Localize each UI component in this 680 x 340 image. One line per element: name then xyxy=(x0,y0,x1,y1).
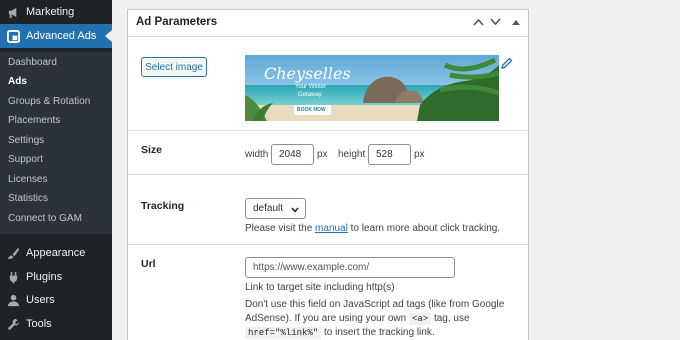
paintbrush-icon xyxy=(6,246,20,260)
select-image-button[interactable]: Select image xyxy=(141,57,207,77)
submenu-dashboard[interactable]: Dashboard xyxy=(8,57,57,68)
submenu-licenses[interactable]: Licenses xyxy=(8,174,47,185)
tracking-select[interactable]: default xyxy=(245,198,306,219)
plug-icon xyxy=(6,270,20,284)
url-label: Url xyxy=(141,258,156,270)
width-unit: px xyxy=(317,149,328,160)
panel-title: Ad Parameters xyxy=(136,16,218,28)
tracking-help-text: Please visit the manual to learn more ab… xyxy=(245,223,500,234)
url-warning-line3: href="%link%" to insert the tracking lin… xyxy=(245,327,435,339)
menu-item-label: Appearance xyxy=(26,247,86,259)
ad-parameters-panel: Ad Parameters Select image Cheyselles Yo… xyxy=(127,9,529,340)
tracking-help-after: to learn more about click tracking. xyxy=(347,223,501,234)
size-label: Size xyxy=(141,144,163,156)
menu-item-label: Marketing xyxy=(26,6,75,18)
submenu-statistics[interactable]: Statistics xyxy=(8,193,48,204)
submenu-ads[interactable]: Ads xyxy=(8,76,27,87)
url-input[interactable]: https://www.example.com/ xyxy=(245,257,455,278)
height-label: height xyxy=(338,149,366,160)
url-help-text: Link to target site including http(s) xyxy=(245,282,395,293)
menu-item-label: Tools xyxy=(26,318,52,330)
megaphone-icon xyxy=(6,5,20,19)
pencil-edit-icon[interactable] xyxy=(501,57,513,69)
url-warning-line1: Don't use this field on JavaScript ad ta… xyxy=(245,299,505,310)
menu-item-users[interactable]: Users xyxy=(0,288,112,312)
height-input[interactable]: 528 xyxy=(368,144,411,165)
url-warning-text: to insert the tracking link. xyxy=(321,327,435,338)
tracking-help-before: Please visit the xyxy=(245,223,316,234)
menu-item-appearance[interactable]: Appearance xyxy=(0,241,112,265)
menu-item-label: Advanced Ads xyxy=(26,30,97,42)
move-down-icon[interactable] xyxy=(488,15,502,29)
section-divider xyxy=(128,130,528,131)
section-divider xyxy=(128,174,528,175)
user-icon xyxy=(6,293,20,307)
submenu-placements[interactable]: Placements xyxy=(8,115,60,126)
banner-line1: Your Winter xyxy=(295,84,327,90)
menu-item-advanced-ads[interactable]: Advanced Ads xyxy=(0,24,112,48)
submenu-connect-to-gam[interactable]: Connect to GAM xyxy=(8,213,82,224)
url-warning-text: AdSense). If you are using your own xyxy=(245,313,409,324)
advanced-ads-submenu: Dashboard Ads Groups & Rotation Placemen… xyxy=(0,52,112,234)
anchor-tag-code: <a> xyxy=(408,313,432,325)
menu-item-marketing[interactable]: Marketing xyxy=(0,0,112,24)
submenu-groups-rotation[interactable]: Groups & Rotation xyxy=(8,96,90,107)
url-warning-line2: AdSense). If you are using your own <a> … xyxy=(245,313,470,325)
width-input[interactable]: 2048 xyxy=(271,144,314,165)
tracking-selected-value: default xyxy=(253,203,284,214)
wrench-icon xyxy=(6,317,20,331)
url-warning-text: tag, use xyxy=(431,313,470,324)
advanced-ads-icon xyxy=(6,29,20,43)
menu-item-tools[interactable]: Tools xyxy=(0,312,112,336)
submenu-support[interactable]: Support xyxy=(8,154,43,165)
submenu-settings[interactable]: Settings xyxy=(8,135,44,146)
admin-sidebar: Marketing Advanced Ads Dashboard Ads Gro… xyxy=(0,0,112,340)
manual-link[interactable]: manual xyxy=(315,223,348,234)
banner-cta: BOOK NOW xyxy=(297,107,326,113)
panel-header-divider xyxy=(128,36,528,37)
height-unit: px xyxy=(414,149,425,160)
menu-item-label: Plugins xyxy=(26,271,63,283)
banner-line2: Getaway xyxy=(298,92,322,98)
chevron-down-icon xyxy=(291,205,299,216)
menu-item-plugins[interactable]: Plugins xyxy=(0,265,112,289)
move-up-icon[interactable] xyxy=(471,15,485,29)
width-label: width xyxy=(245,149,269,160)
section-divider xyxy=(128,244,528,245)
href-code: href="%link%" xyxy=(245,327,322,339)
ad-banner-image: Cheyselles Your Winter Getaway BOOK NOW xyxy=(245,55,499,121)
collapse-toggle-icon[interactable] xyxy=(509,15,523,29)
menu-item-label: Users xyxy=(26,294,55,306)
banner-brand: Cheyselles xyxy=(264,64,351,83)
tracking-label: Tracking xyxy=(141,200,185,212)
